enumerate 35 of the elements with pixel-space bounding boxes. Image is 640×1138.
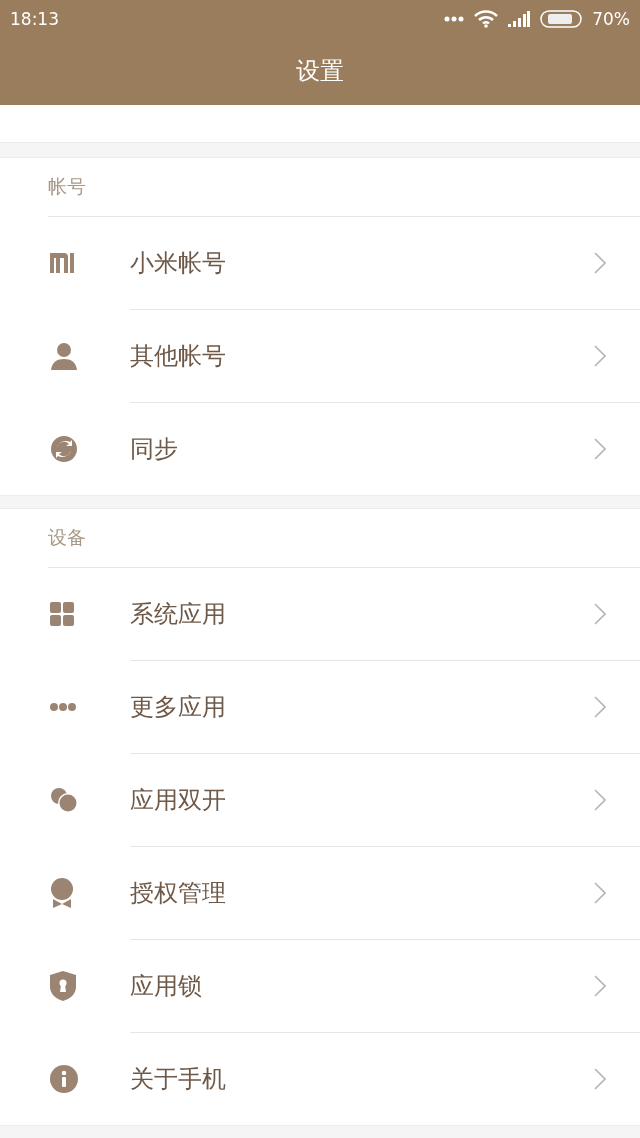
person-icon — [50, 342, 78, 370]
section-title: 设备 — [48, 525, 86, 550]
status-time: 18:13 — [10, 9, 60, 29]
chevron-icon — [594, 1068, 606, 1090]
setting-label[interactable]: 应用双开 — [130, 784, 594, 816]
shield-lock-icon — [50, 971, 76, 1001]
setting-label[interactable]: 系统应用 — [130, 598, 594, 630]
chevron-icon — [594, 696, 606, 718]
chevron-icon — [594, 252, 606, 274]
page-title: 设置 — [296, 55, 344, 87]
wifi-icon — [474, 10, 499, 28]
more-icon — [50, 703, 76, 711]
section-title: 帐号 — [48, 174, 86, 199]
chevron-icon — [594, 882, 606, 904]
signal-icon — [508, 11, 531, 27]
battery-percent: 70% — [592, 9, 630, 29]
two-circles-icon — [50, 787, 78, 813]
badge-icon — [50, 878, 74, 908]
setting-label[interactable]: 小米帐号 — [130, 247, 594, 279]
battery-icon — [540, 10, 583, 28]
setting-label[interactable]: 关于手机 — [130, 1063, 594, 1095]
chevron-icon — [594, 603, 606, 625]
chevron-icon — [594, 438, 606, 460]
setting-label[interactable]: 其他帐号 — [130, 340, 594, 372]
setting-label[interactable]: 更多应用 — [130, 691, 594, 723]
grid-icon — [50, 602, 74, 626]
more-icon — [444, 16, 465, 22]
chevron-icon — [594, 789, 606, 811]
chevron-icon — [594, 345, 606, 367]
setting-label[interactable]: 应用锁 — [130, 970, 594, 1002]
info-icon — [50, 1065, 78, 1093]
setting-label[interactable]: 授权管理 — [130, 877, 594, 909]
chevron-icon — [594, 975, 606, 997]
sync-icon — [50, 435, 78, 463]
setting-label[interactable]: 同步 — [130, 433, 594, 465]
